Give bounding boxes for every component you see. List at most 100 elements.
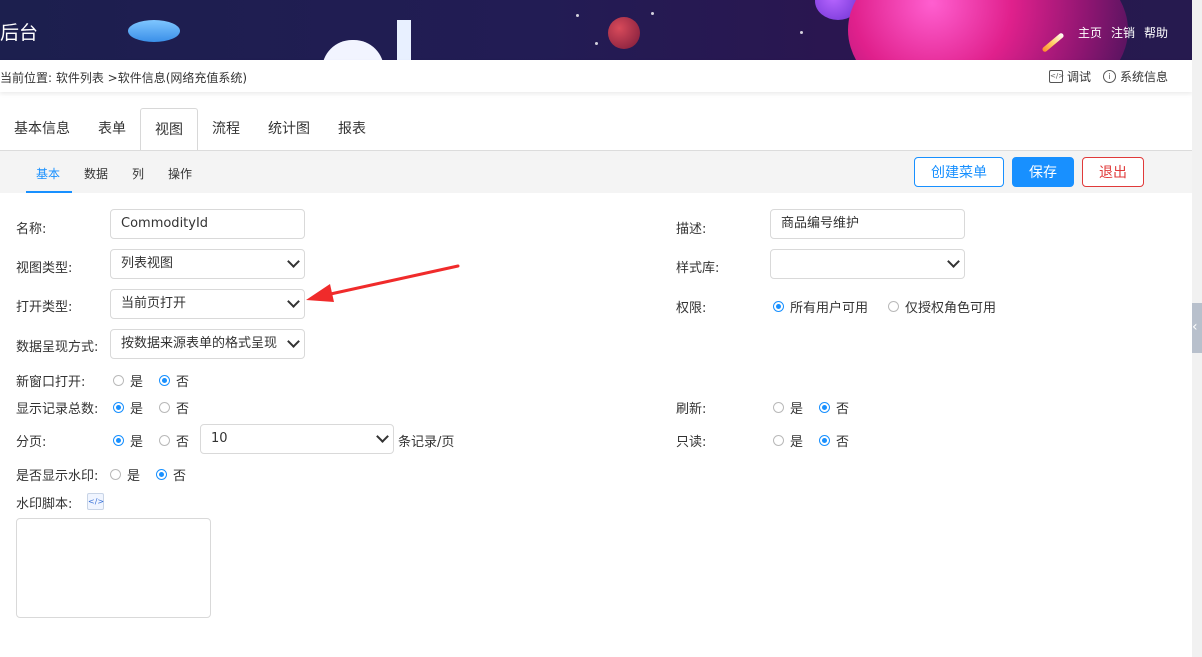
tab-basic-info[interactable]: 基本信息 bbox=[0, 108, 84, 149]
paging-yes-radio[interactable]: 是 bbox=[113, 431, 143, 450]
radio-label: 是 bbox=[127, 469, 141, 484]
create-menu-button[interactable]: 创建菜单 bbox=[914, 157, 1004, 187]
presentation-select[interactable]: 按数据来源表单的格式呈现 bbox=[110, 329, 305, 359]
lighthouse-decoration bbox=[397, 20, 411, 60]
star-decoration bbox=[651, 12, 654, 15]
radio-checked bbox=[113, 435, 124, 446]
radio-unchecked bbox=[110, 469, 121, 480]
subtab-actions[interactable]: 操作 bbox=[168, 165, 192, 182]
nav-logout-link[interactable]: 注销 bbox=[1111, 24, 1135, 41]
star-decoration bbox=[800, 31, 803, 34]
main-tabs: 基本信息 表单 视图 流程 统计图 报表 bbox=[0, 108, 380, 151]
permission-all-radio[interactable]: 所有用户可用 bbox=[773, 297, 868, 316]
radio-unchecked bbox=[159, 402, 170, 413]
tab-report[interactable]: 报表 bbox=[324, 108, 380, 149]
side-panel-handle[interactable]: ‹ bbox=[1192, 303, 1202, 353]
readonly-yes-radio[interactable]: 是 bbox=[773, 431, 803, 450]
new-window-no-radio[interactable]: 否 bbox=[159, 371, 189, 390]
radio-checked bbox=[156, 469, 167, 480]
radio-label: 是 bbox=[130, 375, 144, 390]
radio-unchecked bbox=[773, 402, 784, 413]
radio-label: 是 bbox=[130, 435, 144, 450]
style-lib-select[interactable] bbox=[770, 249, 965, 279]
show-total-label: 显示记录总数: bbox=[16, 402, 99, 417]
radio-label: 否 bbox=[176, 375, 190, 390]
refresh-label: 刷新: bbox=[676, 402, 707, 417]
system-info-button[interactable]: i 系统信息 bbox=[1102, 68, 1168, 85]
watermark-yes-radio[interactable]: 是 bbox=[110, 465, 140, 484]
star-decoration bbox=[595, 42, 598, 45]
star-decoration bbox=[576, 14, 579, 17]
radio-label: 否 bbox=[176, 435, 190, 450]
annotation-arrow-icon bbox=[306, 264, 460, 302]
active-subtab-indicator bbox=[26, 191, 72, 193]
readonly-label: 只读: bbox=[676, 435, 707, 450]
tab-chart[interactable]: 统计图 bbox=[254, 108, 324, 149]
radio-unchecked bbox=[888, 301, 899, 312]
readonly-no-radio[interactable]: 否 bbox=[819, 431, 849, 450]
paging-no-radio[interactable]: 否 bbox=[159, 431, 189, 450]
debug-label: 调试 bbox=[1066, 70, 1091, 84]
radio-label: 所有用户可用 bbox=[790, 301, 869, 316]
radio-label: 仅授权角色可用 bbox=[905, 301, 997, 316]
desc-input[interactable]: 商品编号维护 bbox=[770, 209, 965, 239]
cloud-decoration bbox=[322, 40, 384, 60]
view-type-value: 列表视图 bbox=[121, 256, 174, 271]
radio-checked bbox=[819, 435, 830, 446]
subtab-columns[interactable]: 列 bbox=[132, 165, 144, 182]
open-type-select[interactable]: 当前页打开 bbox=[110, 289, 305, 319]
app-title: 后台 bbox=[0, 22, 39, 44]
exit-button[interactable]: 退出 bbox=[1082, 157, 1144, 187]
radio-unchecked bbox=[773, 435, 784, 446]
header-nav: 主页 注销 帮助 bbox=[1078, 24, 1168, 41]
desc-label: 描述: bbox=[676, 222, 707, 237]
blimp-decoration bbox=[128, 20, 180, 42]
subtab-basic[interactable]: 基本 bbox=[36, 165, 60, 182]
radio-label: 否 bbox=[836, 435, 850, 450]
system-info-label: 系统信息 bbox=[1119, 70, 1168, 84]
breadcrumb-bar: 当前位置: 软件列表 >软件信息(网络充值系统) </> 调试 i 系统信息 bbox=[0, 60, 1192, 92]
radio-label: 是 bbox=[790, 435, 804, 450]
new-window-yes-radio[interactable]: 是 bbox=[113, 371, 143, 390]
chevron-left-icon: ‹ bbox=[1192, 319, 1198, 335]
tab-flow[interactable]: 流程 bbox=[198, 108, 254, 149]
subtab-data[interactable]: 数据 bbox=[84, 165, 108, 182]
radio-unchecked bbox=[113, 375, 124, 386]
watermark-script-textarea[interactable] bbox=[16, 518, 211, 618]
save-button[interactable]: 保存 bbox=[1012, 157, 1074, 187]
name-label: 名称: bbox=[16, 222, 47, 237]
app-header: 后台 主页 注销 帮助 bbox=[0, 0, 1192, 60]
radio-label: 是 bbox=[130, 402, 144, 417]
presentation-value: 按数据来源表单的格式呈现 bbox=[121, 336, 278, 351]
radio-checked bbox=[113, 402, 124, 413]
toolbar: </> 调试 i 系统信息 bbox=[1048, 68, 1168, 85]
page-size-value: 10 bbox=[211, 431, 228, 446]
show-total-yes-radio[interactable]: 是 bbox=[113, 398, 143, 417]
open-type-label: 打开类型: bbox=[16, 300, 73, 315]
radio-checked bbox=[773, 301, 784, 312]
nav-help-link[interactable]: 帮助 bbox=[1144, 24, 1168, 41]
tab-view[interactable]: 视图 bbox=[140, 108, 198, 151]
script-editor-icon[interactable]: </> bbox=[87, 493, 104, 510]
refresh-yes-radio[interactable]: 是 bbox=[773, 398, 803, 417]
code-icon: </> bbox=[1048, 70, 1064, 83]
breadcrumb: 当前位置: 软件列表 >软件信息(网络充值系统) bbox=[0, 71, 248, 85]
permission-roles-radio[interactable]: 仅授权角色可用 bbox=[888, 297, 996, 316]
refresh-no-radio[interactable]: 否 bbox=[819, 398, 849, 417]
planet-decoration bbox=[608, 17, 640, 49]
nav-home-link[interactable]: 主页 bbox=[1078, 24, 1102, 41]
name-input[interactable]: CommodityId bbox=[110, 209, 305, 239]
watermark-no-radio[interactable]: 否 bbox=[156, 465, 186, 484]
tab-form[interactable]: 表单 bbox=[84, 108, 140, 149]
paging-label: 分页: bbox=[16, 435, 47, 450]
radio-label: 否 bbox=[176, 402, 190, 417]
debug-button[interactable]: </> 调试 bbox=[1048, 68, 1091, 85]
view-type-select[interactable]: 列表视图 bbox=[110, 249, 305, 279]
page-size-unit: 条记录/页 bbox=[398, 435, 455, 450]
radio-label: 否 bbox=[836, 402, 850, 417]
permission-label: 权限: bbox=[676, 301, 707, 316]
radio-label: 是 bbox=[790, 402, 804, 417]
show-total-no-radio[interactable]: 否 bbox=[159, 398, 189, 417]
page-size-select[interactable]: 10 bbox=[200, 424, 394, 454]
radio-label: 否 bbox=[173, 469, 187, 484]
